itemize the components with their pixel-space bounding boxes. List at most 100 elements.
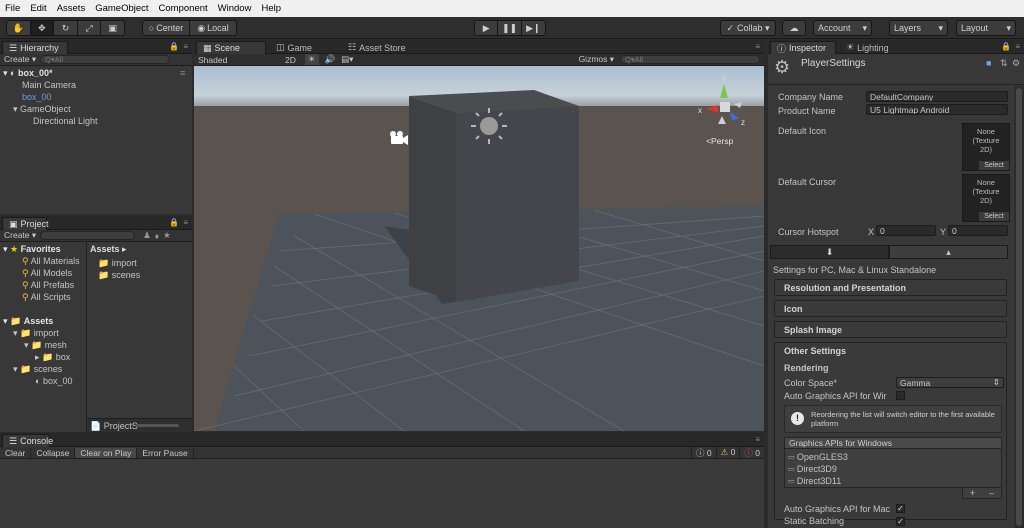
inspector-scrollbar[interactable] <box>1014 86 1024 528</box>
menu-component[interactable]: Component <box>159 3 208 14</box>
error-count-toggle[interactable]: ⓘ 0 <box>739 446 764 459</box>
gizmos-dropdown[interactable]: Gizmos ▾ <box>579 54 614 65</box>
rect-tool-icon[interactable]: ▣ <box>101 21 124 35</box>
project-search-input[interactable] <box>40 231 136 240</box>
collab-button[interactable]: ✓ Collab ▾ <box>720 20 776 36</box>
expand-arrow-icon[interactable]: ▸ <box>35 352 40 362</box>
lighting-toggle-icon[interactable]: ☀ <box>304 54 319 65</box>
shading-mode-dropdown[interactable]: Shaded <box>198 55 276 65</box>
static-batching-checkbox[interactable]: ✓ <box>896 517 905 526</box>
scale-tool-icon[interactable]: ⤢ <box>78 21 102 35</box>
section-icon[interactable]: Icon <box>774 300 1007 317</box>
hierarchy-item-gameobject[interactable]: ▾ GameObject <box>13 104 71 115</box>
tab-console[interactable]: ☰ Console <box>2 434 53 447</box>
default-cursor-field[interactable]: None (Texture 2D) Select <box>962 174 1010 222</box>
pause-button[interactable]: ❚❚ <box>498 21 522 35</box>
tab-game[interactable]: ◫ Game <box>270 41 330 54</box>
tab-scene[interactable]: ▦ Scene <box>196 41 266 54</box>
filter-label-icon[interactable]: ♦ <box>155 231 159 241</box>
menu-help[interactable]: Help <box>261 3 281 14</box>
menu-icon[interactable]: ≡ <box>755 435 760 444</box>
clear-on-play-button[interactable]: Clear on Play <box>75 447 138 458</box>
product-name-field[interactable]: U5 Lightmap Android <box>866 104 1008 115</box>
menu-edit[interactable]: Edit <box>30 3 46 14</box>
scene-menu-icon[interactable]: ≡ <box>180 68 185 78</box>
drag-handle-icon[interactable]: ═ <box>788 452 794 462</box>
log-count-toggle[interactable]: ⓘ 0 <box>691 446 716 459</box>
expand-arrow-icon[interactable]: ▾ <box>3 316 8 326</box>
menu-file[interactable]: File <box>5 3 20 14</box>
tab-asset-store[interactable]: ☷ Asset Store <box>342 41 432 54</box>
folder-import[interactable]: 📁 import <box>98 258 137 269</box>
favorite-star-icon[interactable]: ★ <box>163 230 171 241</box>
icon-size-slider[interactable] <box>135 424 179 427</box>
hierarchy-search-input[interactable]: Q▾All <box>40 55 171 64</box>
favorite-all-prefabs[interactable]: ⚲ All Prefabs <box>22 280 74 291</box>
account-dropdown[interactable]: Account ▾ <box>813 20 872 36</box>
tab-project[interactable]: ▣ Project <box>2 217 49 230</box>
gfx-api-item[interactable]: ═ Direct3D11 <box>788 476 841 486</box>
gfx-api-item[interactable]: ═ Direct3D9 <box>788 464 837 474</box>
help-icon[interactable]: ■ <box>986 58 991 68</box>
move-tool-icon[interactable]: ✥ <box>30 21 55 35</box>
lock-icon[interactable]: 🔒 <box>169 42 179 51</box>
auto-gfx-windows-checkbox[interactable] <box>896 391 905 400</box>
expand-arrow-icon[interactable]: ▾ <box>13 328 18 338</box>
gfx-api-item[interactable]: ═ OpenGLES3 <box>788 452 848 462</box>
hand-tool-icon[interactable]: ✋ <box>7 21 31 35</box>
hotspot-x-field[interactable]: 0 <box>876 225 936 236</box>
gizmo-center-cube[interactable] <box>720 102 730 112</box>
projection-label[interactable]: <Persp <box>706 136 733 146</box>
menu-icon[interactable]: ≡ <box>1015 42 1020 51</box>
layout-dropdown[interactable]: Layout ▾ <box>956 20 1016 36</box>
menu-icon[interactable]: ≡ <box>755 42 760 51</box>
layers-dropdown[interactable]: Layers ▾ <box>889 20 948 36</box>
favorite-all-models[interactable]: ⚲ All Models <box>22 268 72 279</box>
color-space-dropdown[interactable]: Gamma ⇕ <box>896 377 1004 388</box>
pivot-local-button[interactable]: ◉ Local <box>190 21 236 35</box>
console-log-area[interactable] <box>0 459 764 528</box>
menu-window[interactable]: Window <box>218 3 252 14</box>
section-splash-image[interactable]: Splash Image <box>774 321 1007 338</box>
platform-standalone-tab[interactable]: ⬇ <box>770 245 889 259</box>
play-button[interactable]: ▶ <box>475 21 499 35</box>
favorites-header[interactable]: ▾ ★ Favorites <box>3 244 61 255</box>
drag-handle-icon[interactable]: ═ <box>788 476 794 486</box>
tab-lighting[interactable]: ☀ Lighting <box>840 41 900 54</box>
hierarchy-item-box[interactable]: box_00 <box>22 92 52 102</box>
remove-item-button[interactable]: – <box>989 488 994 498</box>
default-icon-field[interactable]: None (Texture 2D) Select <box>962 123 1010 171</box>
tab-hierarchy[interactable]: ☰ Hierarchy <box>2 41 68 54</box>
favorite-all-scripts[interactable]: ⚲ All Scripts <box>22 292 71 303</box>
collapse-button[interactable]: Collapse <box>31 447 76 458</box>
tree-scenes[interactable]: ▾ 📁 scenes <box>13 364 62 375</box>
select-texture-button[interactable]: Select <box>979 161 1009 170</box>
audio-toggle-icon[interactable]: 🔊 <box>325 54 336 65</box>
menu-icon[interactable]: ≡ <box>183 218 188 227</box>
cube-front-face[interactable] <box>456 106 579 302</box>
scene-viewport[interactable]: y x z <box>194 66 764 431</box>
menu-assets[interactable]: Assets <box>57 3 86 14</box>
scene-view[interactable]: y x z <Persp <box>194 66 764 431</box>
hotspot-y-field[interactable]: 0 <box>948 225 1008 236</box>
menu-icon[interactable]: ≡ <box>183 42 188 51</box>
expand-arrow-icon[interactable]: ▾ <box>3 244 8 254</box>
expand-arrow-icon[interactable]: ▾ <box>24 340 29 350</box>
tab-inspector[interactable]: ⓘ Inspector <box>770 41 836 54</box>
platform-android-tab[interactable]: ▴ <box>889 245 1008 259</box>
expand-arrow-icon[interactable]: ▾ <box>13 364 18 374</box>
favorite-all-materials[interactable]: ⚲ All Materials <box>22 256 80 267</box>
pivot-center-button[interactable]: ○ Center <box>143 21 190 35</box>
assets-root[interactable]: ▾ 📁 Assets <box>3 316 53 327</box>
filter-type-icon[interactable]: ♟ <box>143 230 151 241</box>
rotate-tool-icon[interactable]: ↻ <box>54 21 78 35</box>
tree-mesh[interactable]: ▾ 📁 mesh <box>24 340 67 351</box>
project-create-button[interactable]: Create ▾ <box>4 230 36 241</box>
tree-box[interactable]: ▸ 📁 box <box>35 352 70 363</box>
tree-import[interactable]: ▾ 📁 import <box>13 328 59 339</box>
lock-icon[interactable]: 🔒 <box>169 218 179 227</box>
settings-gear-icon[interactable]: ⚙ <box>1012 58 1020 69</box>
auto-gfx-mac-checkbox[interactable]: ✓ <box>896 504 905 513</box>
expand-arrow-icon[interactable]: ▾ <box>3 68 8 78</box>
expand-arrow-icon[interactable]: ▾ <box>13 104 18 114</box>
